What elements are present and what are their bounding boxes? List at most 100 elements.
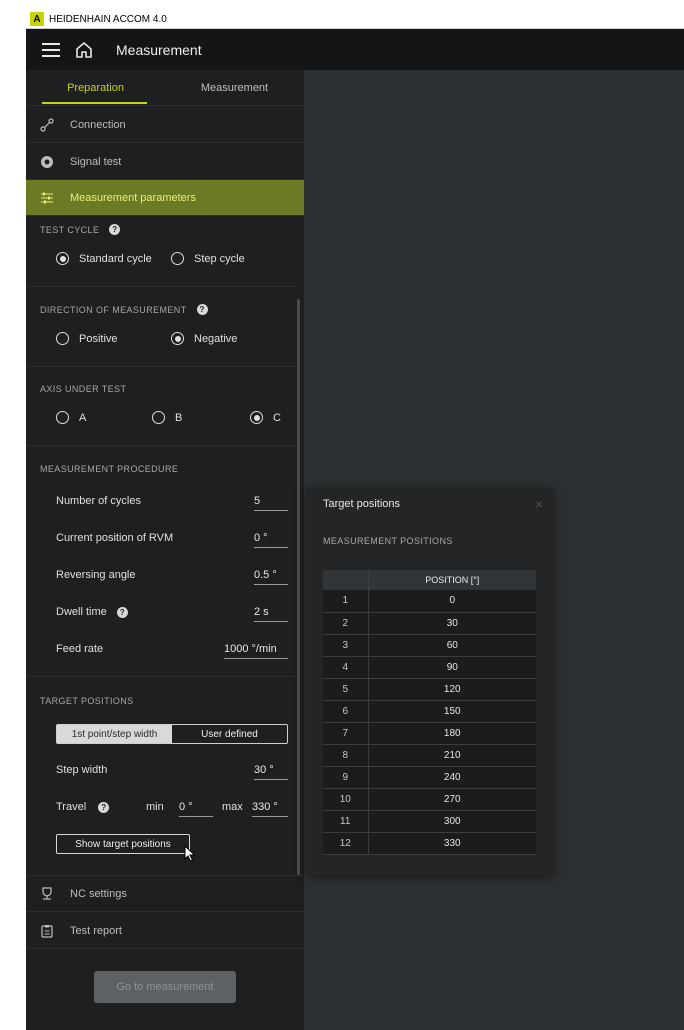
mode-user-defined[interactable]: User defined xyxy=(172,725,287,743)
table-row: 9 240 xyxy=(323,766,536,789)
label-dwell-time: Dwell time ? xyxy=(56,606,128,618)
window-title: HEIDENHAIN ACCOM 4.0 xyxy=(49,13,167,25)
label-min: min xyxy=(146,801,164,813)
table-row: 8 210 xyxy=(323,744,536,767)
row-index: 3 xyxy=(323,634,369,657)
row-index: 9 xyxy=(323,766,369,789)
radio-unselected-icon xyxy=(56,411,69,424)
section-title-direction: DIRECTION OF MEASUREMENT ? xyxy=(40,304,208,315)
row-index: 4 xyxy=(323,656,369,679)
label-feed-rate: Feed rate xyxy=(56,643,104,655)
go-to-measurement-button[interactable]: Go to measurement xyxy=(94,971,236,1003)
table-row: 11 300 xyxy=(323,810,536,833)
travel-min-input[interactable]: 0 ° xyxy=(179,801,213,817)
table-row: 2 30 xyxy=(323,612,536,635)
row-position: 300 xyxy=(368,810,536,833)
row-position: 270 xyxy=(368,788,536,811)
radio-selected-icon xyxy=(250,411,263,424)
number-of-cycles-input[interactable]: 5 xyxy=(254,495,288,511)
nav-item-signal-test[interactable]: Signal test xyxy=(26,144,304,180)
table-row: 12 330 xyxy=(323,832,536,855)
label-step-width: Step width xyxy=(56,764,108,776)
home-icon[interactable] xyxy=(74,40,94,60)
row-index: 2 xyxy=(323,612,369,635)
radio-axis-a[interactable]: A xyxy=(56,411,86,424)
table-row: 10 xyxy=(323,590,536,613)
clipboard-icon xyxy=(40,924,54,938)
label-max: max xyxy=(222,801,243,813)
nav-item-label: NC settings xyxy=(70,887,127,900)
label-reversing-angle: Reversing angle xyxy=(56,569,136,581)
popup-subtitle: MEASUREMENT POSITIONS xyxy=(323,536,453,546)
app-window: Measurement Preparation Measurement Conn… xyxy=(26,29,684,1030)
help-icon[interactable]: ? xyxy=(196,304,208,315)
section-title-target-positions: TARGET POSITIONS xyxy=(40,696,134,706)
nav-item-connection[interactable]: Connection xyxy=(26,107,304,143)
table-header-index xyxy=(323,570,369,590)
feed-rate-input[interactable]: 1000 °/min xyxy=(224,643,288,659)
help-icon[interactable]: ? xyxy=(116,606,128,618)
radio-unselected-icon xyxy=(152,411,165,424)
table-row: 7 180 xyxy=(323,722,536,745)
help-icon[interactable]: ? xyxy=(98,801,110,813)
row-index: 1 xyxy=(323,590,369,613)
show-target-positions-button[interactable]: Show target positions xyxy=(56,834,190,854)
row-position: 210 xyxy=(368,744,536,767)
section-title-axis: AXIS UNDER TEST xyxy=(40,384,127,394)
app-logo: A xyxy=(30,12,44,26)
tab-measurement[interactable]: Measurement xyxy=(165,70,304,105)
row-position: 240 xyxy=(368,766,536,789)
radio-step-cycle[interactable]: Step cycle xyxy=(171,252,245,265)
radio-unselected-icon xyxy=(171,252,184,265)
row-position: 60 xyxy=(368,634,536,657)
travel-max-input[interactable]: 330 ° xyxy=(252,801,288,817)
row-index: 7 xyxy=(323,722,369,745)
step-width-input[interactable]: 30 ° xyxy=(254,764,288,780)
positions-table: POSITION [°] 1 0 2 30 3 60 4 90 5 120 6 150 7 180 8 210… xyxy=(323,570,536,855)
radio-selected-icon xyxy=(56,252,69,265)
mode-step-width[interactable]: 1st point/step width xyxy=(57,725,172,743)
dwell-time-input[interactable]: 2 s xyxy=(254,606,288,622)
tab-bar: Preparation Measurement xyxy=(26,70,304,106)
row-index: 6 xyxy=(323,700,369,723)
signal-test-icon xyxy=(40,155,54,169)
nav-item-measurement-parameters[interactable]: Measurement parameters xyxy=(26,180,304,216)
radio-positive[interactable]: Positive xyxy=(56,332,118,345)
table-row: 3 60 xyxy=(323,634,536,657)
nav-item-label: Connection xyxy=(70,118,126,131)
radio-axis-c[interactable]: C xyxy=(250,411,281,424)
row-position: 90 xyxy=(368,656,536,679)
label-current-position-rvm: Current position of RVM xyxy=(56,532,174,544)
label-number-of-cycles: Number of cycles xyxy=(56,495,141,507)
window-title-bar: A HEIDENHAIN ACCOM 4.0 xyxy=(26,10,684,29)
top-bar: Measurement xyxy=(26,29,684,70)
row-position: 180 xyxy=(368,722,536,745)
row-index: 5 xyxy=(323,678,369,701)
help-icon[interactable]: ? xyxy=(109,224,121,235)
section-title-procedure: MEASUREMENT PROCEDURE xyxy=(40,464,179,474)
sliders-icon xyxy=(40,191,54,205)
nav-item-test-report[interactable]: Test report xyxy=(26,913,304,949)
scrollbar[interactable] xyxy=(297,299,300,875)
divider xyxy=(26,286,296,287)
current-position-rvm-input[interactable]: 0 ° xyxy=(254,532,288,548)
nav-item-nc-settings[interactable]: NC settings xyxy=(26,876,304,912)
radio-unselected-icon xyxy=(56,332,69,345)
tab-preparation[interactable]: Preparation xyxy=(26,70,165,105)
radio-negative[interactable]: Negative xyxy=(171,332,237,345)
reversing-angle-input[interactable]: 0.5 ° xyxy=(254,569,288,585)
row-index: 10 xyxy=(323,788,369,811)
row-position: 0 xyxy=(368,590,536,613)
section-title-test-cycle: TEST CYCLE ? xyxy=(40,224,121,235)
divider xyxy=(26,366,296,367)
close-icon[interactable]: × xyxy=(535,496,543,512)
nav-item-label: Measurement parameters xyxy=(70,191,196,204)
radio-axis-b[interactable]: B xyxy=(152,411,182,424)
nav-item-label: Signal test xyxy=(70,155,122,168)
popup-header: Target positions × xyxy=(307,488,553,519)
hamburger-menu-icon[interactable] xyxy=(42,42,60,57)
radio-standard-cycle[interactable]: Standard cycle xyxy=(56,252,152,265)
divider xyxy=(26,676,296,677)
table-row: 6 150 xyxy=(323,700,536,723)
row-position: 30 xyxy=(368,612,536,635)
